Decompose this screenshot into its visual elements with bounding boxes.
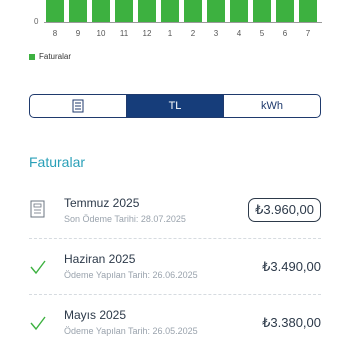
x-tick-label: 1 bbox=[167, 29, 173, 38]
x-tick-label: 9 bbox=[75, 29, 81, 38]
chart-legend: Faturalar bbox=[29, 52, 71, 61]
x-tick-label: 7 bbox=[305, 29, 311, 38]
bills-chart: 0 8 9 10 11 12 1 2 3 4 5 6 7 bbox=[0, 0, 350, 50]
x-tick-label: 10 bbox=[96, 29, 106, 38]
invoice-amount: ₺3.490,00 bbox=[262, 259, 321, 274]
document-icon bbox=[72, 99, 84, 113]
invoice-row[interactable]: Mayıs 2025 Ödeme Yapılan Tarih: 26.05.20… bbox=[29, 308, 321, 342]
legend-label: Faturalar bbox=[39, 52, 72, 61]
chart-bar[interactable] bbox=[276, 0, 294, 22]
y-axis-zero-label: 0 bbox=[34, 17, 39, 26]
x-tick-label: 5 bbox=[259, 29, 265, 38]
row-divider bbox=[29, 294, 321, 295]
chart-bar[interactable] bbox=[253, 0, 271, 22]
x-tick-label: 3 bbox=[213, 29, 219, 38]
invoice-row[interactable]: Haziran 2025 Ödeme Yapılan Tarih: 26.06.… bbox=[29, 252, 321, 286]
chart-bar[interactable] bbox=[92, 0, 110, 22]
invoice-due-date: Son Ödeme Tarihi: 28.07.2025 bbox=[64, 214, 186, 224]
invoice-paid-date: Ödeme Yapılan Tarih: 26.06.2025 bbox=[64, 270, 198, 280]
toggle-document-view[interactable] bbox=[30, 95, 126, 117]
unit-toggle: TL kWh bbox=[29, 94, 321, 118]
x-tick-label: 12 bbox=[142, 29, 152, 38]
chart-bar[interactable] bbox=[138, 0, 156, 22]
document-icon bbox=[30, 200, 45, 218]
check-icon bbox=[30, 316, 46, 331]
row-divider bbox=[29, 238, 321, 239]
section-title: Faturalar bbox=[29, 154, 86, 170]
x-tick-label: 4 bbox=[236, 29, 242, 38]
chart-bar[interactable] bbox=[161, 0, 179, 22]
x-tick-label: 11 bbox=[119, 29, 129, 38]
x-tick-label: 6 bbox=[282, 29, 288, 38]
x-tick-label: 2 bbox=[190, 29, 196, 38]
chart-bar[interactable] bbox=[299, 0, 317, 22]
chart-bar[interactable] bbox=[207, 0, 225, 22]
chart-bar[interactable] bbox=[184, 0, 202, 22]
invoice-month: Temmuz 2025 bbox=[64, 196, 140, 210]
invoice-paid-date: Ödeme Yapılan Tarih: 26.05.2025 bbox=[64, 326, 198, 336]
chart-baseline bbox=[44, 22, 322, 23]
invoice-amount-button[interactable]: ₺3.960,00 bbox=[248, 198, 321, 222]
invoice-month: Haziran 2025 bbox=[64, 252, 136, 266]
toggle-kwh[interactable]: kWh bbox=[223, 95, 320, 117]
x-tick-label: 8 bbox=[52, 29, 58, 38]
invoice-month: Mayıs 2025 bbox=[64, 308, 127, 322]
chart-bar[interactable] bbox=[46, 0, 64, 22]
chart-bar[interactable] bbox=[230, 0, 248, 22]
check-icon bbox=[30, 260, 46, 275]
invoice-amount: ₺3.380,00 bbox=[262, 315, 321, 330]
chart-bar[interactable] bbox=[69, 0, 87, 22]
invoice-row[interactable]: Temmuz 2025 Son Ödeme Tarihi: 28.07.2025… bbox=[29, 196, 321, 230]
legend-swatch bbox=[29, 53, 35, 60]
chart-bar[interactable] bbox=[115, 0, 133, 22]
toggle-tl[interactable]: TL bbox=[126, 95, 223, 117]
